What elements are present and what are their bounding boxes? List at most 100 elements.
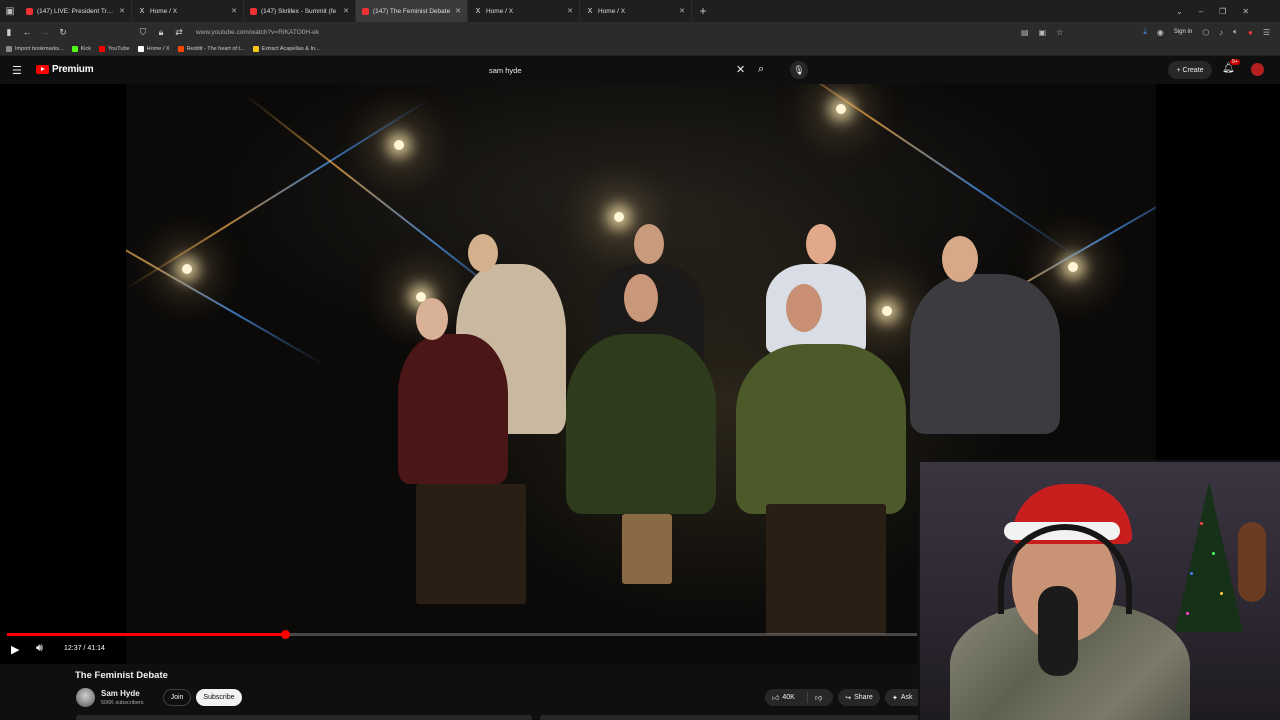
window-menu-icon[interactable]: ▣ [0, 0, 20, 22]
sparkle-icon: ✦ [892, 694, 898, 702]
bookmark-item[interactable]: Kick [71, 45, 91, 52]
panelist-head [416, 298, 448, 340]
address-bar: ▮ ← → ↻ ⛉ 🔒︎ ⇄ www.youtube.com/watch?v=R… [0, 22, 1280, 42]
close-tab-icon[interactable]: ✕ [231, 7, 237, 15]
browser-tab[interactable]: X Home / X ✕ [132, 0, 244, 22]
picture-in-picture-icon[interactable]: ▣ [1039, 28, 1047, 37]
play-button[interactable]: ▶ [11, 643, 19, 656]
close-tab-icon[interactable]: ✕ [119, 7, 125, 15]
extensions-icon[interactable]: ⬡ [1202, 28, 1209, 37]
url-field[interactable]: www.youtube.com/watch?v=RIKATO0H-ek [196, 29, 319, 36]
browser-tab[interactable]: X Home / X ✕ [468, 0, 580, 22]
bookmark-favicon-icon [177, 45, 184, 52]
webcam-overlay [918, 460, 1280, 720]
bookmark-favicon-icon [6, 45, 12, 52]
lens-flare [126, 204, 326, 366]
tree-light [1212, 552, 1215, 555]
bookmark-label: Extract Acapellas & In... [261, 45, 320, 52]
user-avatar[interactable] [1251, 63, 1264, 76]
close-window-icon[interactable]: ✕ [1242, 7, 1249, 16]
subscribe-button[interactable]: Subscribe [196, 689, 242, 706]
tab-list-icon[interactable]: ⌄ [1176, 7, 1183, 16]
site-permissions-icon[interactable]: ⇄ [170, 27, 188, 38]
restore-icon[interactable]: ❐ [1219, 7, 1226, 16]
panelist [566, 334, 716, 514]
bookmark-item[interactable]: YouTube [99, 45, 130, 52]
tab-title: Home / X [598, 7, 626, 15]
tab-title: Home / X [486, 7, 514, 15]
downloads-icon[interactable]: ⤓ [1143, 27, 1147, 37]
channel-avatar[interactable] [76, 688, 95, 707]
close-tab-icon[interactable]: ✕ [455, 7, 461, 15]
thumbs-down-icon: 👎︎ [815, 695, 823, 702]
panelist [736, 344, 906, 514]
create-button[interactable]: + Create [1168, 61, 1212, 79]
share-button[interactable]: ↪ Share [838, 689, 880, 706]
tab-title: Home / X [150, 7, 178, 15]
stool [622, 514, 672, 584]
panelist-head [468, 234, 498, 272]
tab-title: (147) The Feminist Debate [373, 7, 451, 15]
search-input[interactable] [480, 65, 720, 75]
browser-tab[interactable]: (147) Skrillex - Summit (fe ✕ [244, 0, 356, 22]
extension-badge-icon[interactable]: ● [1248, 28, 1253, 37]
like-button[interactable]: 👍︎ 40K [765, 692, 808, 703]
minimize-icon[interactable]: – [1199, 7, 1203, 16]
microphone [1038, 586, 1078, 676]
account-icon[interactable]: ◉ [1157, 28, 1164, 37]
media-control-icon[interactable]: ♪ [1219, 28, 1223, 37]
speaker-icon[interactable]: 🔈︎ [1233, 27, 1238, 37]
browser-tab[interactable]: X Home / X ✕ [580, 0, 692, 22]
close-tab-icon[interactable]: ✕ [567, 7, 573, 15]
new-tab-button[interactable]: + [692, 4, 714, 18]
forward-icon[interactable]: → [36, 27, 54, 37]
bookmark-star-icon[interactable]: ☆ [1056, 28, 1063, 37]
channel-name[interactable]: Sam Hyde [101, 689, 140, 698]
volume-icon[interactable]: 🔊︎ [36, 642, 43, 655]
sidebar-toggle-icon[interactable]: ▮ [0, 27, 18, 38]
hamburger-menu-icon[interactable]: ☰ [12, 64, 22, 77]
reader-view-icon[interactable]: ▤ [1021, 28, 1029, 37]
back-icon[interactable]: ← [18, 27, 36, 37]
dislike-button[interactable]: 👎︎ [808, 693, 822, 702]
bookmark-label: Home / X [146, 45, 170, 52]
bookmark-favicon-icon [137, 45, 144, 52]
sign-in-button[interactable]: Sign in [1174, 29, 1192, 35]
youtube-favicon-icon [250, 7, 257, 15]
reload-icon[interactable]: ↻ [54, 27, 72, 38]
bookmark-item[interactable]: Import bookmarks... [6, 45, 64, 52]
stage-light [182, 264, 192, 274]
bookmarks-bar: Import bookmarks... Kick YouTube Home / X Re… [0, 42, 1280, 56]
stage-light [394, 140, 404, 150]
stage-light [882, 306, 892, 316]
lock-icon[interactable]: 🔒︎ [152, 27, 170, 38]
panelist [398, 334, 508, 484]
panelist-head [624, 274, 658, 322]
browser-tab[interactable]: (147) LIVE: President Trump ma ✕ [20, 0, 132, 22]
browser-menu-icon[interactable]: ☰ [1263, 28, 1270, 37]
search-button[interactable]: ⌕ [758, 63, 764, 76]
like-dislike-group: 👍︎ 40K 👎︎ [765, 689, 833, 706]
voice-search-icon[interactable]: 🎙︎ [790, 61, 808, 79]
browser-tab[interactable]: (147) The Feminist Debate ✕ [356, 0, 468, 22]
lens-flare [126, 98, 430, 292]
clear-search-icon[interactable]: ✕ [736, 63, 745, 76]
tree-light [1190, 572, 1193, 575]
chair [416, 484, 526, 604]
bookmark-item[interactable]: Extract Acapellas & In... [252, 45, 320, 52]
stage-light [614, 212, 624, 222]
comments-shelf [540, 715, 920, 720]
stage-light [1068, 262, 1078, 272]
bookmark-item[interactable]: Reddit - The heart of t... [177, 45, 245, 52]
youtube-favicon-icon [362, 7, 369, 15]
close-tab-icon[interactable]: ✕ [679, 7, 685, 15]
x-favicon-icon: X [475, 7, 481, 15]
bookmark-item[interactable]: Home / X [137, 45, 170, 52]
progress-bar[interactable] [7, 630, 917, 639]
join-button[interactable]: Join [163, 689, 191, 706]
close-tab-icon[interactable]: ✕ [343, 7, 349, 15]
youtube-play-icon [36, 65, 49, 74]
youtube-premium-logo[interactable]: Premium [36, 64, 94, 75]
shield-icon[interactable]: ⛉ [134, 27, 152, 38]
ask-button[interactable]: ✦ Ask [885, 689, 921, 706]
